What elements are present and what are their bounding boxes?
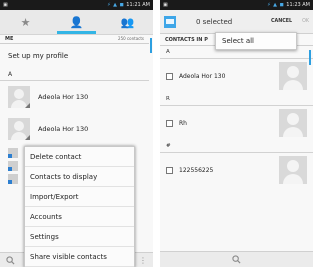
contact-checkbox[interactable] xyxy=(166,72,173,80)
select-contacts-screen: ▣ ⚡ ▲ ◼ 11:23 AM 0 selected CANCEL OK CO… xyxy=(160,0,313,267)
tab-groups[interactable]: 👥 xyxy=(102,10,153,34)
menu-item-accounts[interactable]: Accounts xyxy=(25,207,134,227)
setup-profile-label: Set up my profile xyxy=(8,52,69,60)
section-letter-hash: # xyxy=(160,140,313,153)
selected-count[interactable]: 0 selected xyxy=(196,18,232,26)
contact-name: Adeola Hor 130 xyxy=(179,72,226,80)
status-time: 11:23 AM xyxy=(286,2,310,8)
menu-item-share-visible-contacts[interactable]: Share visible contacts xyxy=(25,247,134,267)
avatar[interactable] xyxy=(279,109,307,137)
letter-label: # xyxy=(166,143,171,149)
contact-name: Adeola Hor 130 xyxy=(38,125,89,133)
status-right: ⚡ ▲ ◼ 11:21 AM xyxy=(107,2,150,8)
select-all-dropdown[interactable]: Select all xyxy=(215,32,297,50)
notification-icon: ▣ xyxy=(3,2,8,8)
group-icon: 👥 xyxy=(120,15,135,29)
options-menu: Delete contact Contacts to display Impor… xyxy=(24,146,135,267)
bottom-bar xyxy=(160,251,313,267)
menu-item-contacts-to-display[interactable]: Contacts to display xyxy=(25,167,134,187)
letter-label: A xyxy=(8,70,13,78)
status-time: 11:21 AM xyxy=(126,2,150,8)
avatar[interactable] xyxy=(8,86,30,108)
contact-checkbox[interactable] xyxy=(166,119,173,127)
done-icon[interactable] xyxy=(164,15,176,28)
select-contact-list[interactable]: CONTACTS IN P A Adeola Hor 130 R Rh # 12… xyxy=(160,34,313,252)
notification-icon: ▣ xyxy=(163,2,168,8)
avatar[interactable] xyxy=(8,148,18,158)
me-label: ME xyxy=(5,35,14,42)
scrollbar[interactable] xyxy=(309,50,311,65)
select-all-option[interactable]: Select all xyxy=(222,37,254,45)
signal-icons: ⚡ ▲ ◼ xyxy=(267,2,285,8)
me-section-header: ME 250 contacts xyxy=(0,34,149,44)
tab-contacts[interactable]: 👤 xyxy=(51,10,102,34)
search-icon[interactable] xyxy=(6,255,15,265)
contact-name: Adeola Hor 130 xyxy=(38,93,89,101)
avatar[interactable] xyxy=(279,156,307,184)
selectable-contact-row[interactable]: 122556225 xyxy=(160,153,313,187)
status-bar: ▣ ⚡ ▲ ◼ 11:21 AM xyxy=(0,0,153,10)
avatar[interactable] xyxy=(279,62,307,90)
tab-favorites[interactable]: ★ xyxy=(0,10,51,34)
selectable-contact-row[interactable]: Rh xyxy=(160,106,313,140)
avatar[interactable] xyxy=(8,174,18,184)
menu-item-settings[interactable]: Settings xyxy=(25,227,134,247)
menu-item-import-export[interactable]: Import/Export xyxy=(25,187,134,207)
contact-row[interactable]: Adeola Hor 130 xyxy=(0,81,149,113)
star-icon: ★ xyxy=(20,15,31,29)
selection-action-bar: 0 selected CANCEL OK xyxy=(160,10,313,34)
contact-name: Rh xyxy=(179,119,187,127)
contact-name: 122556225 xyxy=(179,166,214,174)
letter-label: A xyxy=(166,49,170,55)
contact-row[interactable]: Adeola Hor 130 xyxy=(0,113,149,145)
search-icon[interactable] xyxy=(232,255,241,264)
scrollbar[interactable] xyxy=(150,38,152,53)
person-icon: 👤 xyxy=(69,15,84,29)
avatar[interactable] xyxy=(8,161,18,171)
contacts-screen: ▣ ⚡ ▲ ◼ 11:21 AM ★ 👤 👥 ME 250 contacts S… xyxy=(0,0,153,267)
tab-bar: ★ 👤 👥 xyxy=(0,10,153,35)
cancel-button[interactable]: CANCEL xyxy=(271,19,292,24)
section-letter-a: A xyxy=(0,68,149,81)
overflow-menu-icon[interactable]: ⋮ xyxy=(139,256,147,265)
section-letter-r: R xyxy=(160,93,313,106)
contact-checkbox[interactable] xyxy=(166,166,173,174)
menu-item-delete-contact[interactable]: Delete contact xyxy=(25,147,134,167)
selectable-contact-row[interactable]: Adeola Hor 130 xyxy=(160,59,313,93)
status-right: ⚡ ▲ ◼ 11:23 AM xyxy=(267,2,310,8)
status-bar: ▣ ⚡ ▲ ◼ 11:23 AM xyxy=(160,0,313,10)
setup-profile-row[interactable]: Set up my profile xyxy=(0,44,149,68)
letter-label: R xyxy=(166,96,170,102)
avatar[interactable] xyxy=(8,118,30,140)
contacts-count: 250 contacts xyxy=(118,36,144,41)
ok-button[interactable]: OK xyxy=(302,19,309,24)
signal-icons: ⚡ ▲ ◼ xyxy=(107,2,125,8)
